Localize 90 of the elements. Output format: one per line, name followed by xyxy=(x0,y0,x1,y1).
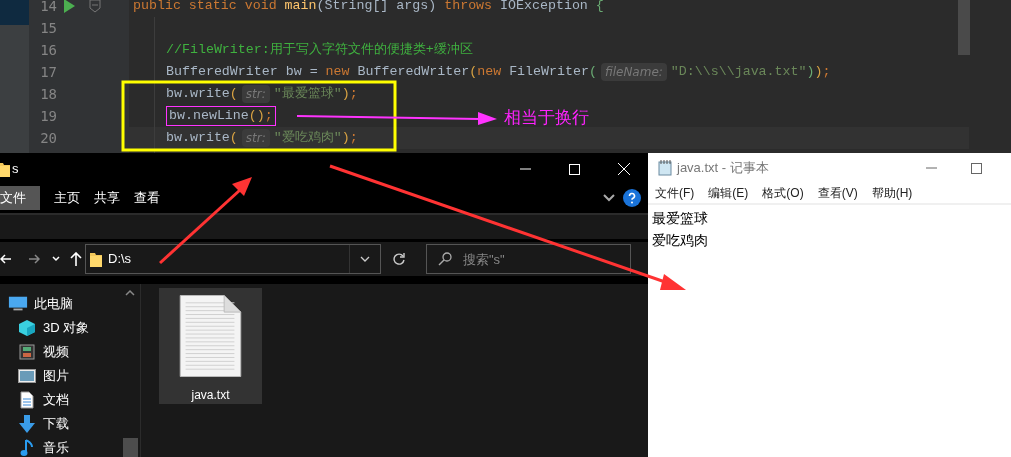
ribbon-tab[interactable]: 共享 xyxy=(94,186,120,210)
ribbon-tab[interactable]: 查看 xyxy=(134,186,160,210)
menu-item[interactable]: 文件(F) xyxy=(655,184,695,202)
search-field[interactable]: 搜索"s" xyxy=(426,244,631,274)
code-token: public static void xyxy=(133,0,278,16)
line-number: 16 xyxy=(39,41,57,60)
line-number: 17 xyxy=(39,63,57,82)
parameter-hint: str: xyxy=(241,129,270,147)
refresh-icon xyxy=(392,252,406,266)
picture-icon xyxy=(17,369,37,383)
line-number: 15 xyxy=(39,19,57,38)
text-area[interactable]: 最爱篮球 爱吃鸡肉 xyxy=(648,205,1011,457)
up-arrow-icon xyxy=(70,252,82,266)
code-token: new xyxy=(325,63,351,82)
download-arrow-icon xyxy=(17,415,37,433)
minimize-icon xyxy=(926,167,937,169)
sidebar-item[interactable]: 音乐 xyxy=(0,436,140,457)
scrollbar-thumb[interactable] xyxy=(958,0,970,55)
line-number: 18 xyxy=(39,85,57,104)
code-token: ; xyxy=(264,107,273,126)
code-token: IOException xyxy=(500,0,589,16)
code-token: BufferedWriter bw = xyxy=(166,63,319,82)
menu-item[interactable]: 查看(V) xyxy=(817,184,858,202)
address-bar[interactable]: D:\s xyxy=(85,244,381,274)
notepad-icon xyxy=(658,160,672,176)
code-token: ( xyxy=(588,63,597,82)
sidebar-item[interactable]: 图片 xyxy=(0,364,140,388)
code-token: ; xyxy=(349,129,358,148)
forward-arrow-icon xyxy=(28,253,40,265)
code-token: ( xyxy=(229,85,238,104)
line-number: 20 xyxy=(39,129,57,148)
sidebar-item[interactable]: 文档 xyxy=(0,388,140,412)
sidebar-item[interactable]: 3D 对象 xyxy=(0,316,140,340)
code-token: bw.write xyxy=(166,85,230,104)
help-icon xyxy=(623,189,641,207)
code-token: ) xyxy=(341,129,350,148)
film-icon xyxy=(17,344,37,360)
window-title: java.txt - 记事本 xyxy=(677,159,769,178)
line-number: 19 xyxy=(39,107,57,126)
ribbon-tab[interactable]: 文件 xyxy=(0,186,40,210)
code-token: "爱吃鸡肉" xyxy=(273,129,342,148)
cube-icon xyxy=(17,319,37,337)
annotation-text: 相当于换行 xyxy=(504,107,589,129)
code-token: ; xyxy=(822,63,831,82)
chevron-icon xyxy=(52,256,60,262)
code-token: ) xyxy=(806,63,815,82)
code-token: //FileWriter:用于写入字符文件的便捷类+缓冲区 xyxy=(166,41,473,60)
chevron-icon xyxy=(603,194,615,202)
computer-icon xyxy=(8,296,28,312)
code-token: ; xyxy=(349,85,358,104)
line-number: 14 xyxy=(39,0,57,16)
parameter-hint: fileName: xyxy=(600,63,667,81)
code-token: () xyxy=(248,107,265,126)
code-token: "最爱篮球" xyxy=(273,85,342,104)
code-token: { xyxy=(595,0,604,16)
menu-item[interactable]: 帮助(H) xyxy=(871,184,913,202)
code-token: FileWriter xyxy=(509,63,589,82)
menu-item[interactable]: 格式(O) xyxy=(762,184,804,202)
scrollbar-thumb[interactable] xyxy=(123,438,138,457)
text-file-icon xyxy=(179,295,242,377)
code-token: bw.write xyxy=(166,129,230,148)
sidebar-item[interactable]: 此电脑 xyxy=(0,292,140,316)
code-token: (String[] args) xyxy=(316,0,438,16)
code-token: BufferedWriter xyxy=(357,63,470,82)
parameter-hint: str: xyxy=(241,85,270,103)
window-title: s xyxy=(12,160,19,179)
code-token: new xyxy=(477,63,503,82)
code-token: "D:\\s\\java.txt" xyxy=(670,63,807,82)
minimize-icon xyxy=(520,168,531,170)
code-token: ( xyxy=(469,63,478,82)
close-icon xyxy=(618,163,630,175)
menu-item[interactable]: 编辑(E) xyxy=(708,184,749,202)
folder-icon xyxy=(90,251,102,267)
code-token: ( xyxy=(229,129,238,148)
code-token: ) xyxy=(814,63,823,82)
back-arrow-icon xyxy=(0,253,12,265)
code-token: throws xyxy=(444,0,494,16)
maximize-icon xyxy=(971,162,982,174)
maximize-icon xyxy=(569,163,580,175)
folder-icon xyxy=(0,161,10,177)
code-token: main xyxy=(284,0,317,16)
sidebar-item[interactable]: 视频 xyxy=(0,340,140,364)
document-icon xyxy=(17,391,37,409)
code-token: bw.newLine xyxy=(169,107,249,126)
ribbon-tab[interactable]: 主页 xyxy=(54,186,80,210)
fold-icon xyxy=(89,0,101,13)
sidebar-item[interactable]: 下载 xyxy=(0,412,140,436)
file-item[interactable]: java.txt xyxy=(159,288,262,404)
code-token: ) xyxy=(341,85,350,104)
search-icon xyxy=(438,252,452,266)
